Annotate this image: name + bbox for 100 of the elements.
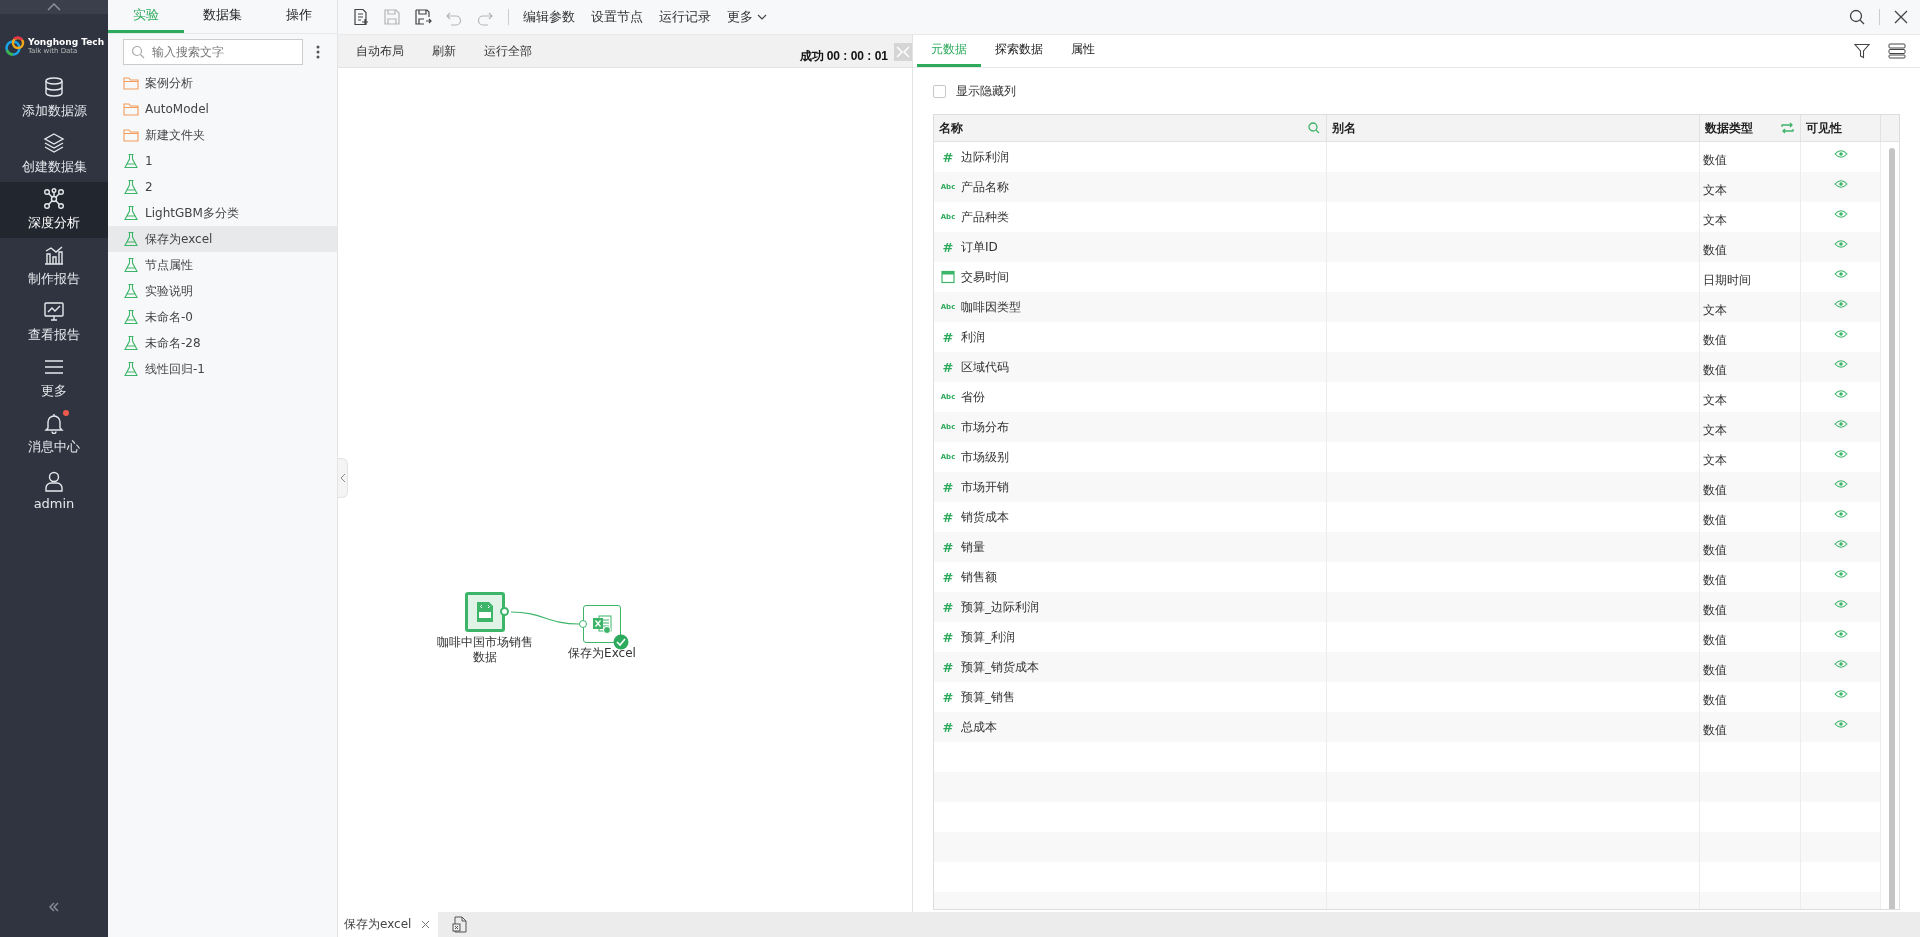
number-type-mark: # — [942, 329, 954, 345]
toolbar-button[interactable]: 运行全部 — [484, 42, 532, 60]
eye-icon[interactable] — [1833, 209, 1848, 219]
output-port[interactable] — [500, 607, 509, 616]
filter-icon[interactable] — [1854, 43, 1870, 59]
eye-icon[interactable] — [1833, 569, 1848, 579]
field-name: 预算_销货成本 — [961, 658, 1039, 676]
list-icon[interactable] — [1888, 43, 1906, 59]
tree-item[interactable]: LightGBM多分类 — [108, 200, 337, 226]
tree-item[interactable]: 保存为excel — [108, 226, 337, 252]
eye-icon[interactable] — [1833, 179, 1848, 189]
column-header[interactable]: 名称 — [934, 115, 1327, 141]
toolbar-button[interactable]: 刷新 — [432, 42, 456, 60]
excel-node[interactable] — [583, 605, 621, 643]
close-icon[interactable] — [421, 920, 431, 929]
toolbar-button[interactable]: 自动布局 — [356, 42, 404, 60]
column-header[interactable]: 数据类型 — [1700, 115, 1801, 141]
brand-name: Yonghong Tech — [27, 37, 105, 47]
eye-icon[interactable] — [1833, 479, 1848, 489]
number-type-mark: # — [942, 689, 954, 705]
nav-label: 查看报告 — [28, 326, 80, 344]
data-type: 日期时间 — [1703, 271, 1751, 289]
toolbar-button[interactable]: 运行记录 — [659, 8, 711, 26]
swap-icon[interactable] — [1781, 122, 1794, 134]
node-label: 保存为Excel — [568, 646, 636, 661]
eye-icon[interactable] — [1833, 389, 1848, 399]
number-type-mark: # — [942, 719, 954, 735]
tab[interactable]: 属性 — [1057, 35, 1109, 67]
collapse-up-bar[interactable] — [0, 0, 108, 14]
tree-item[interactable]: 新建文件夹 — [108, 122, 337, 148]
eye-icon[interactable] — [1833, 509, 1848, 519]
more-menu[interactable]: 更多 — [727, 8, 767, 26]
tree-item[interactable]: 2 — [108, 174, 337, 200]
eye-icon[interactable] — [1833, 149, 1848, 159]
collapse-handle[interactable] — [338, 458, 348, 498]
data-type: 数值 — [1703, 361, 1727, 379]
eye-icon[interactable] — [1833, 419, 1848, 429]
eye-icon[interactable] — [1833, 239, 1848, 249]
nav-item[interactable]: 更多 — [0, 350, 108, 406]
tree-item[interactable]: AutoModel — [108, 96, 337, 122]
chevron-up-icon[interactable] — [47, 3, 61, 11]
eye-icon[interactable] — [1833, 329, 1848, 339]
tree-item[interactable]: 案例分析 — [108, 70, 337, 96]
eye-icon[interactable] — [1833, 719, 1848, 729]
document-icon[interactable] — [452, 915, 469, 934]
nav-item[interactable]: 消息中心 — [0, 406, 108, 462]
data-type: 文本 — [1703, 301, 1727, 319]
nav-item[interactable]: admin — [0, 462, 108, 518]
tree-item[interactable]: 实验说明 — [108, 278, 337, 304]
eye-icon[interactable] — [1833, 659, 1848, 669]
eye-icon[interactable] — [1833, 269, 1848, 279]
column-header[interactable]: 别名 — [1327, 115, 1700, 141]
document-tab[interactable]: 保存为excel — [338, 912, 439, 937]
search-icon[interactable] — [1849, 9, 1865, 25]
folder-icon — [123, 75, 139, 91]
nav-item[interactable]: 深度分析 — [0, 182, 108, 238]
toolbar-button[interactable]: 编辑参数 — [523, 8, 575, 26]
checkbox[interactable] — [933, 84, 946, 98]
scrollbar[interactable] — [1889, 148, 1895, 909]
tree-item[interactable]: 1 — [108, 148, 337, 174]
eye-icon[interactable] — [1833, 599, 1848, 609]
tree-item[interactable]: 节点属性 — [108, 252, 337, 278]
input-port[interactable] — [579, 620, 587, 628]
nav-item[interactable]: 查看报告 — [0, 294, 108, 350]
new-file-icon[interactable] — [352, 8, 370, 26]
number-type-mark: # — [942, 629, 954, 645]
tree-item[interactable]: 线性回归-1 — [108, 356, 337, 382]
tab[interactable]: 操作 — [260, 0, 337, 33]
data-type: 文本 — [1703, 211, 1727, 229]
close-icon[interactable] — [1894, 10, 1908, 24]
nav-item[interactable]: 添加数据源 — [0, 70, 108, 126]
field-name: 交易时间 — [961, 268, 1009, 286]
database-node[interactable] — [465, 592, 505, 632]
eye-icon[interactable] — [1833, 359, 1848, 369]
data-type: 数值 — [1703, 631, 1727, 649]
more-options-icon[interactable] — [315, 44, 321, 60]
toolbar-button[interactable]: 设置节点 — [591, 8, 643, 26]
nav-item[interactable]: 创建数据集 — [0, 126, 108, 182]
search-field[interactable]: 输入搜索文字 — [123, 39, 303, 65]
eye-icon[interactable] — [1833, 629, 1848, 639]
data-type: 文本 — [1703, 391, 1727, 409]
save-as-icon[interactable] — [414, 8, 432, 26]
tree-item[interactable]: 未命名-28 — [108, 330, 337, 356]
network-icon — [43, 188, 65, 210]
data-type: 数值 — [1703, 691, 1727, 709]
collapse-sidebar-icon[interactable] — [48, 901, 60, 913]
tab[interactable]: 数据集 — [184, 0, 261, 33]
data-type: 数值 — [1703, 331, 1727, 349]
column-header[interactable]: 可见性 — [1801, 115, 1881, 141]
eye-icon[interactable] — [1833, 539, 1848, 549]
database-icon — [43, 76, 65, 98]
nav-item[interactable]: 制作报告 — [0, 238, 108, 294]
tab[interactable]: 探索数据 — [981, 35, 1057, 67]
flask-icon — [123, 335, 139, 351]
eye-icon[interactable] — [1833, 689, 1848, 699]
tree-item[interactable]: 未命名-0 — [108, 304, 337, 330]
eye-icon[interactable] — [1833, 449, 1848, 459]
collapse-panel-button[interactable] — [894, 43, 912, 61]
nav-label: 添加数据源 — [21, 102, 87, 120]
eye-icon[interactable] — [1833, 299, 1848, 309]
